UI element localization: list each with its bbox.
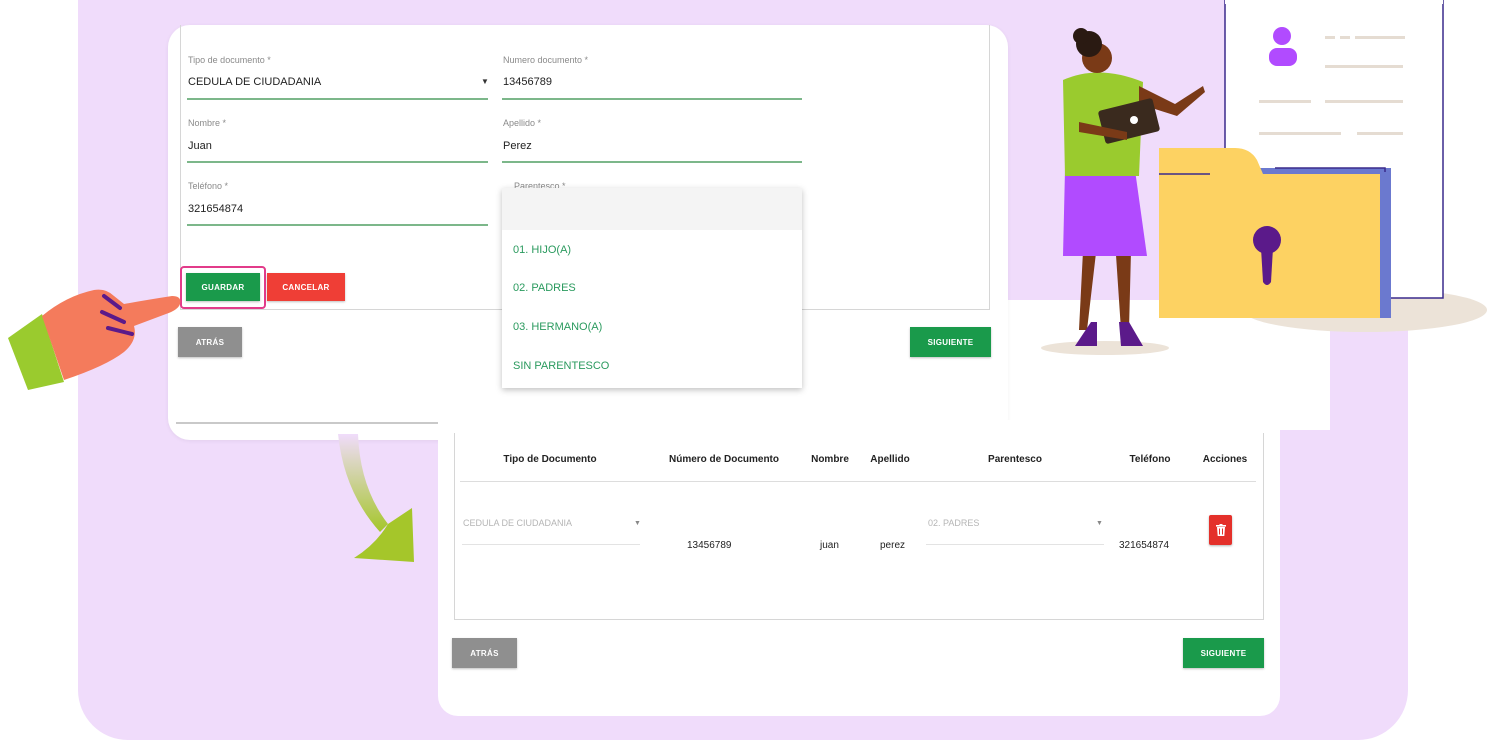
delete-row-button[interactable] (1209, 515, 1232, 545)
apellido-underline (502, 161, 802, 163)
column-header: Teléfono (1129, 454, 1171, 465)
parentesco-option[interactable]: 03. HERMANO(A) (513, 321, 602, 333)
caret-down-icon[interactable]: ▼ (481, 77, 489, 86)
numero-documento-input[interactable]: 13456789 (503, 76, 552, 88)
column-header: Número de Documento (668, 454, 779, 465)
column-header: Nombre (811, 454, 849, 465)
guardar-button[interactable]: GUARDAR (186, 273, 260, 301)
parentesco-search-input[interactable] (502, 188, 802, 230)
row-nombre: juan (820, 540, 839, 551)
parentesco-option[interactable]: SIN PARENTESCO (513, 360, 609, 372)
nombre-label: Nombre * (188, 118, 227, 128)
row-tipo-documento-select[interactable]: CEDULA DE CIUDADANIA (463, 518, 572, 528)
tipo-documento-underline (187, 98, 488, 100)
row-parentesco-underline (926, 544, 1104, 545)
column-header: Parentesco (988, 454, 1042, 465)
parentesco-option[interactable]: 02. PADRES (513, 282, 576, 294)
pointing-hand-icon (8, 289, 181, 390)
apellido-label: Apellido * (503, 118, 542, 128)
illustration-woman-folder (1041, 0, 1487, 355)
row-tipo-documento-underline (462, 544, 640, 545)
row-numero-documento: 13456789 (687, 540, 732, 551)
header-divider (460, 481, 1256, 482)
tipo-documento-label: Tipo de documento * (188, 55, 271, 65)
nombre-underline (187, 161, 488, 163)
siguiente-button[interactable]: SIGUIENTE (1183, 638, 1264, 668)
numero-documento-underline (502, 98, 802, 100)
telefono-underline (187, 224, 488, 226)
cancelar-button[interactable]: CANCELAR (267, 273, 345, 301)
tipo-documento-select[interactable]: CEDULA DE CIUDADANIA (188, 76, 321, 88)
siguiente-button[interactable]: SIGUIENTE (910, 327, 991, 357)
row-telefono: 321654874 (1119, 540, 1170, 551)
column-header: Tipo de Documento (503, 454, 597, 465)
row-parentesco-select[interactable]: 02. PADRES (928, 518, 979, 528)
row-apellido: perez (880, 540, 906, 551)
column-header: Acciones (1202, 454, 1248, 465)
curved-arrow-icon (338, 434, 414, 562)
numero-documento-label: Numero documento * (503, 55, 589, 65)
trash-icon (1215, 524, 1226, 536)
parentesco-dropdown[interactable]: 01. HIJO(A) 02. PADRES 03. HERMANO(A) SI… (502, 188, 802, 388)
telefono-input[interactable]: 321654874 (188, 203, 243, 215)
telefono-label: Teléfono * (188, 181, 229, 191)
scene: Tipo de documento * CEDULA DE CIUDADANIA… (0, 0, 1497, 740)
column-header: Apellido (870, 454, 910, 465)
caret-down-icon[interactable]: ▼ (1096, 520, 1103, 527)
caret-down-icon[interactable]: ▼ (634, 520, 641, 527)
atras-button[interactable]: ATRÁS (452, 638, 517, 668)
parentesco-option[interactable]: 01. HIJO(A) (513, 244, 571, 256)
atras-button[interactable]: ATRÁS (178, 327, 242, 357)
nombre-input[interactable]: Juan (188, 140, 212, 152)
apellido-input[interactable]: Perez (503, 140, 532, 152)
